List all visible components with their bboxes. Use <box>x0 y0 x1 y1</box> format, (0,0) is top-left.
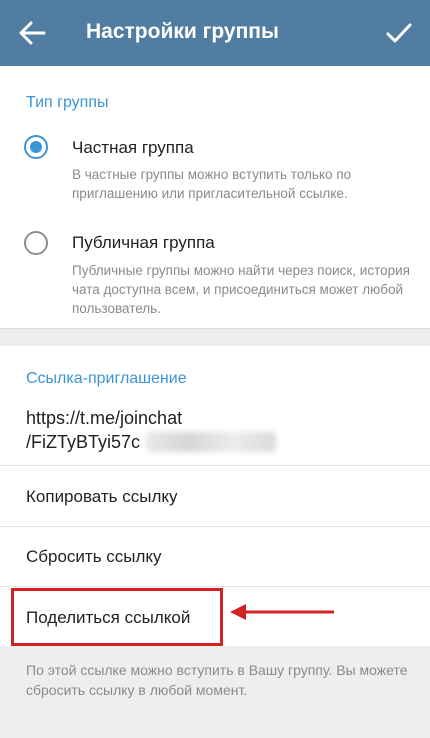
section-divider <box>0 328 430 346</box>
copy-link-button[interactable]: Копировать ссылку <box>26 487 178 507</box>
option-public-title: Публичная группа <box>72 233 215 252</box>
group-type-header: Тип группы <box>26 94 109 111</box>
option-private-title: Частная группа <box>72 138 194 157</box>
row-divider <box>0 526 430 527</box>
footer-info: По этой ссылке можно вступить в Вашу гру… <box>0 646 430 738</box>
radio-public[interactable] <box>24 231 48 255</box>
page-title: Настройки группы <box>86 20 279 43</box>
reset-link-button[interactable]: Сбросить ссылку <box>26 547 162 567</box>
footer-text: По этой ссылке можно вступить в Вашу гру… <box>26 662 408 698</box>
invite-link-header: Ссылка-приглашение <box>26 370 187 387</box>
annotation-arrow-icon <box>230 604 334 620</box>
invite-link-line1: https://t.me/joinchat <box>26 408 183 428</box>
option-public-description: Публичные группы можно найти через поиск… <box>72 263 410 316</box>
annotation-highlight-box <box>11 588 223 646</box>
arrow-left-icon[interactable] <box>16 19 48 47</box>
app-bar: Настройки группы <box>0 0 430 66</box>
row-divider <box>0 465 430 466</box>
invite-link-line2: /FiZTyBTyi57c <box>26 432 141 452</box>
group-type-section: Тип группы Частная группа В частные груп… <box>0 66 430 328</box>
row-divider <box>0 586 430 587</box>
radio-private[interactable] <box>24 135 48 159</box>
redacted-blur <box>146 432 276 452</box>
option-private-description: В частные группы можно вступить только п… <box>72 167 352 201</box>
checkmark-icon[interactable] <box>384 19 414 47</box>
